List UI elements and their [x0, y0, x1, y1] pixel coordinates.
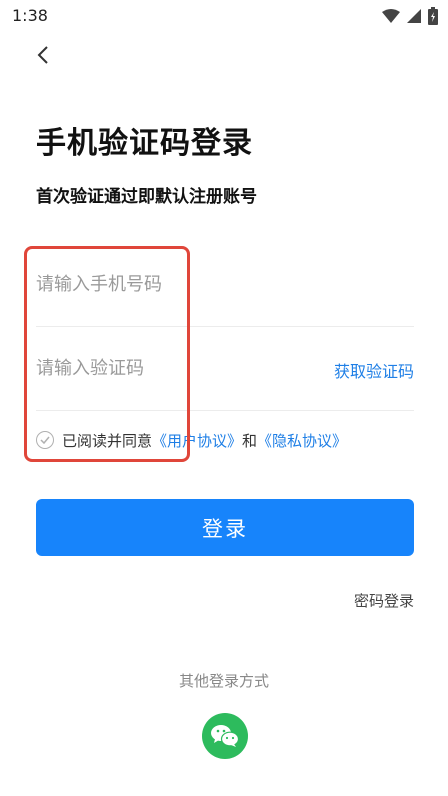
back-button[interactable]	[28, 40, 58, 70]
user-agreement-link[interactable]: 《用户协议》	[152, 430, 242, 451]
agree-checkbox[interactable]	[36, 431, 54, 449]
code-field: 获取验证码	[36, 326, 414, 411]
check-icon	[40, 436, 50, 444]
phone-field	[36, 242, 414, 327]
status-icons	[382, 7, 438, 25]
status-time: 1:38	[12, 6, 48, 25]
wechat-login-button[interactable]	[202, 713, 248, 759]
page-title: 手机验证码登录	[36, 126, 253, 161]
privacy-policy-link[interactable]: 《隐私协议》	[257, 430, 347, 451]
phone-input[interactable]	[36, 266, 316, 302]
battery-icon	[428, 7, 438, 25]
login-button[interactable]: 登录	[36, 499, 414, 556]
chevron-left-icon	[37, 46, 48, 64]
signal-icon	[407, 9, 421, 23]
agreement-and: 和	[242, 431, 258, 450]
page-subtitle: 首次验证通过即默认注册账号	[36, 187, 257, 207]
get-code-button[interactable]: 获取验证码	[334, 358, 414, 382]
agreement-prefix: 已阅读并同意	[62, 431, 153, 450]
agreement-row: 已阅读并同意 《用户协议》 和 《隐私协议》	[36, 428, 347, 452]
other-login-title: 其他登录方式	[178, 672, 269, 690]
wifi-icon	[382, 9, 400, 23]
password-login-link[interactable]: 密码登录	[354, 590, 414, 611]
code-input[interactable]	[36, 350, 316, 386]
status-bar: 1:38	[0, 0, 448, 32]
wechat-icon	[211, 725, 240, 747]
